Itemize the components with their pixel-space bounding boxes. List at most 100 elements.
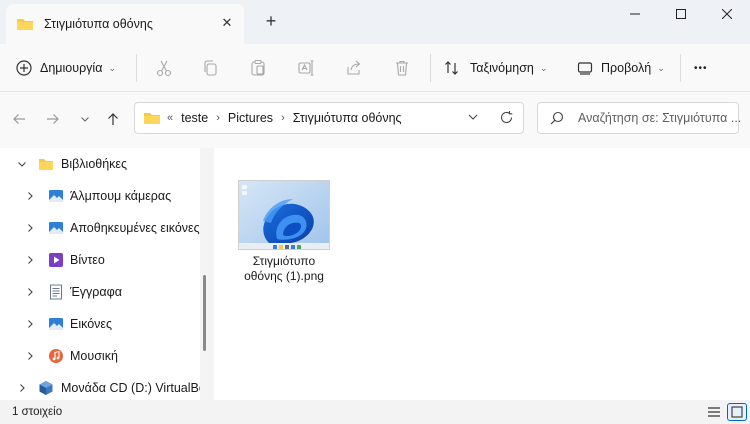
rename-button[interactable] [294, 56, 318, 80]
title-bar: Στιγμιότυπα οθόνης ✕ + [0, 0, 750, 44]
breadcrumb-overflow[interactable]: « [167, 112, 173, 124]
sort-button[interactable]: Ταξινόμηση ⌄ [444, 52, 547, 84]
sidebar-item-label: Άλμπουμ κάμερας [70, 189, 172, 203]
delete-button[interactable] [390, 56, 414, 80]
arrow-left-icon [13, 114, 25, 124]
breadcrumb-separator: › [216, 112, 220, 124]
refresh-icon [500, 111, 513, 123]
details-view-icon [708, 407, 720, 417]
up-button[interactable] [102, 108, 124, 130]
tab-close-button[interactable]: ✕ [218, 14, 236, 32]
rename-icon [298, 60, 314, 76]
sidebar-item-camera-roll[interactable]: Άλμπουμ κάμερας [0, 180, 200, 212]
maximize-button[interactable] [658, 0, 704, 28]
pictures-icon [49, 222, 63, 234]
address-bar[interactable]: « teste › Pictures › Στιγμιότυπα οθόνης [134, 102, 524, 134]
chevron-right-icon[interactable] [24, 190, 36, 202]
toolbar-divider [136, 54, 137, 82]
share-button[interactable] [342, 56, 366, 80]
item-count: 1 στοιχείο [12, 406, 63, 418]
minimize-button[interactable] [612, 0, 658, 28]
add-circle-icon [16, 60, 32, 76]
toolbar-divider [680, 54, 681, 82]
arrow-right-icon [47, 114, 59, 124]
documents-icon [50, 284, 62, 300]
breadcrumb-screenshots[interactable]: Στιγμιότυπα οθόνης [293, 111, 402, 125]
refresh-button[interactable] [499, 110, 515, 126]
file-name-line: Στιγμιότυπο [252, 254, 316, 268]
navigation-pane: Βιβλιοθήκες Άλμπουμ κάμερας Αποθηκευμένε… [0, 148, 214, 400]
back-button[interactable] [8, 108, 30, 130]
breadcrumb: « teste › Pictures › Στιγμιότυπα οθόνης [143, 103, 402, 133]
new-tab-button[interactable]: + [260, 10, 282, 32]
chevron-right-icon[interactable] [24, 350, 36, 362]
sidebar-item-saved-pictures[interactable]: Αποθηκευμένες εικόνες [0, 212, 200, 244]
sidebar-item-label: Βίντεο [70, 253, 105, 267]
file-name: Στιγμιότυπο οθόνης (1).png [236, 254, 332, 284]
cut-button[interactable] [152, 56, 176, 80]
cd-drive-icon [39, 381, 53, 395]
large-icons-view-button[interactable] [727, 403, 747, 421]
sidebar-item-pictures[interactable]: Εικόνες [0, 308, 200, 340]
chevron-down-icon[interactable] [16, 158, 28, 170]
new-button-label: Δημιουργία [40, 61, 103, 75]
close-icon [722, 9, 732, 19]
chevron-down-icon: ⌄ [657, 62, 665, 73]
chevron-right-icon[interactable] [24, 222, 36, 234]
search-placeholder: Αναζήτηση σε: Στιγμιότυπα ... [578, 111, 742, 125]
file-list: Στιγμιότυπο οθόνης (1).png [214, 148, 750, 400]
navigation-scrollbar-thumb[interactable] [203, 275, 206, 351]
sidebar-item-libraries[interactable]: Βιβλιοθήκες [0, 148, 200, 180]
search-input[interactable]: Αναζήτηση σε: Στιγμιότυπα ... [537, 102, 742, 134]
chevron-down-icon [468, 114, 478, 120]
chevron-down-icon [81, 117, 89, 122]
view-button-label: Προβολή [601, 61, 652, 75]
chevron-right-icon[interactable] [24, 286, 36, 298]
trash-icon [396, 60, 408, 76]
chevron-down-icon: ⌄ [108, 62, 116, 73]
new-button[interactable]: Δημιουργία ⌄ [16, 52, 116, 84]
details-view-button[interactable] [704, 403, 724, 421]
close-window-button[interactable] [704, 0, 750, 28]
tab-title: Στιγμιότυπα οθόνης [44, 17, 153, 31]
chevron-right-icon[interactable] [24, 254, 36, 266]
view-icon [577, 62, 593, 75]
sidebar-item-cd-drive[interactable]: Μονάδα CD (D:) VirtualBo [0, 372, 206, 400]
music-icon [49, 349, 63, 363]
sidebar-item-music[interactable]: Μουσική [0, 340, 200, 372]
folder-icon [17, 19, 33, 30]
videos-icon [49, 253, 63, 267]
sidebar-item-label: Εικόνες [70, 317, 113, 331]
cut-icon [156, 60, 172, 77]
view-button[interactable]: Προβολή ⌄ [577, 52, 665, 84]
copy-button[interactable] [198, 56, 222, 80]
file-thumbnail [238, 180, 330, 250]
breadcrumb-pictures[interactable]: Pictures [228, 111, 273, 125]
more-options-button[interactable]: ••• [694, 52, 708, 84]
navigation-scrollbar-track[interactable] [200, 148, 214, 400]
wallpaper-thumbnail-icon [239, 181, 329, 249]
forward-button[interactable] [42, 108, 64, 130]
address-history-button[interactable] [467, 111, 481, 125]
toolbar-divider [430, 54, 431, 82]
library-folder-icon [39, 159, 53, 170]
breadcrumb-teste[interactable]: teste [181, 111, 208, 125]
pictures-icon [49, 318, 63, 330]
chevron-right-icon[interactable] [24, 318, 36, 330]
paste-icon [251, 59, 265, 76]
sidebar-item-videos[interactable]: Βίντεο [0, 244, 200, 276]
search-icon [550, 111, 564, 125]
tab-screenshots[interactable]: Στιγμιότυπα οθόνης ✕ [6, 4, 244, 44]
recent-locations-button[interactable] [74, 108, 96, 130]
chevron-down-icon: ⌄ [539, 62, 548, 73]
share-icon [347, 60, 361, 75]
address-row: « teste › Pictures › Στιγμιότυπα οθόνης … [0, 92, 750, 148]
sidebar-item-documents[interactable]: Έγγραφα [0, 276, 200, 308]
sort-button-label: Ταξινόμηση [470, 61, 534, 75]
folder-icon [144, 113, 160, 124]
file-item[interactable]: Στιγμιότυπο οθόνης (1).png [236, 180, 332, 290]
sidebar-item-label: Βιβλιοθήκες [61, 157, 128, 171]
paste-button[interactable] [246, 56, 270, 80]
chevron-right-icon[interactable] [16, 382, 28, 394]
sidebar-item-label: Μουσική [70, 349, 118, 363]
